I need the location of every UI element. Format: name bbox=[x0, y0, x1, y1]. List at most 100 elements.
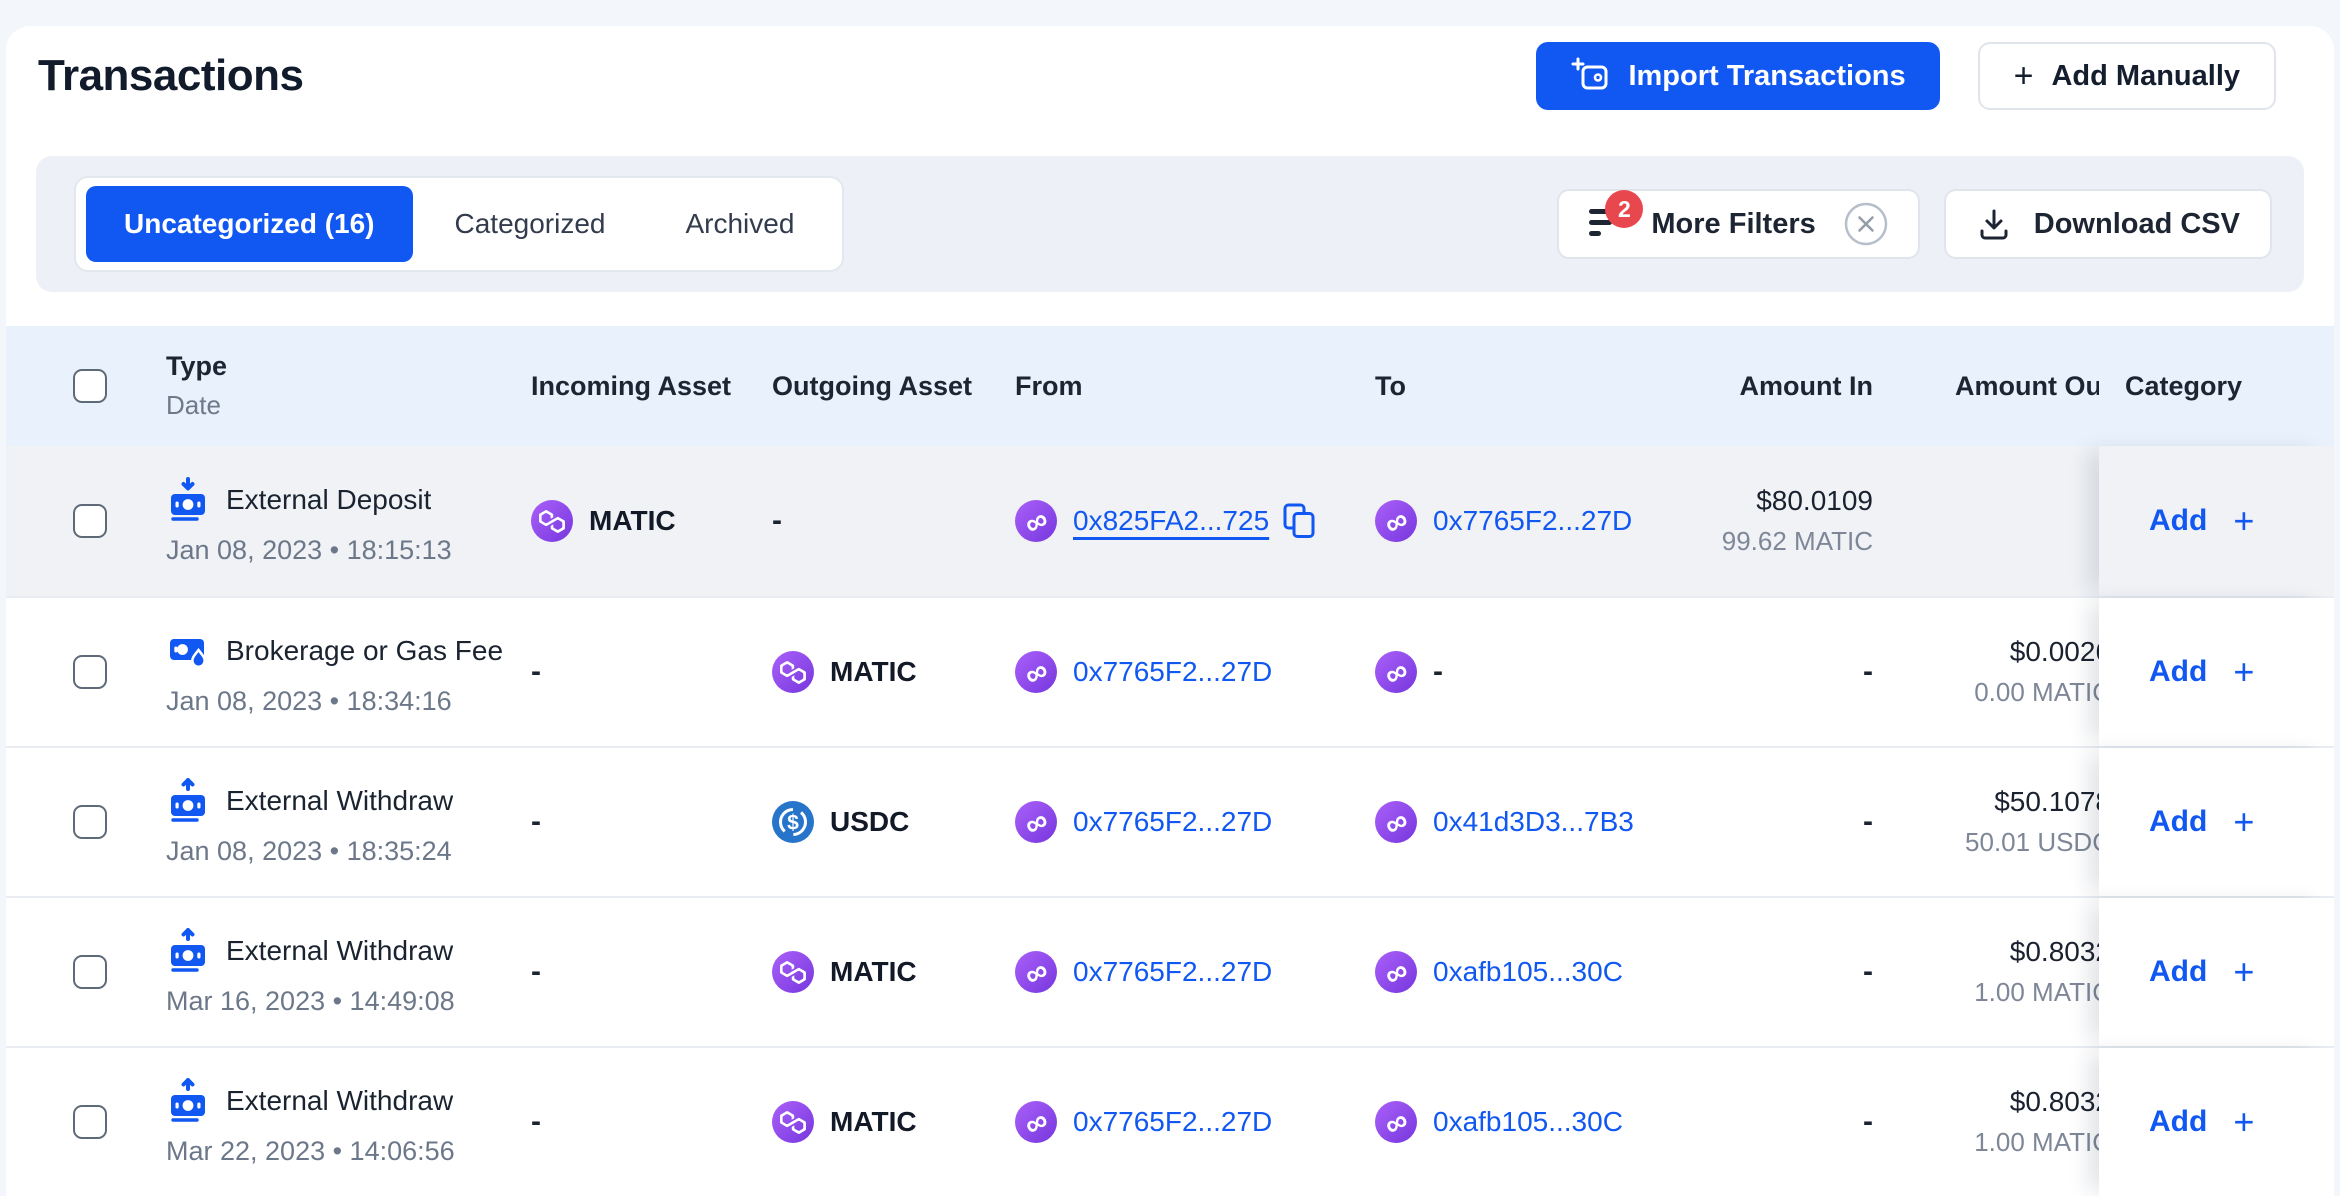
tab-categorized[interactable]: Categorized bbox=[417, 186, 644, 262]
polygon-address-icon: ∞ bbox=[1015, 651, 1057, 693]
col-category: Category bbox=[2125, 371, 2242, 402]
amount-in-empty: - bbox=[1863, 655, 1873, 689]
outgoing-asset: MATIC bbox=[830, 956, 917, 988]
from-address-link[interactable]: 0x7765F2...27D bbox=[1073, 806, 1272, 838]
table-header-row: Type Date Incoming Asset Outgoing Asset … bbox=[6, 326, 2334, 446]
col-type: Type bbox=[166, 351, 227, 382]
add-category-button[interactable]: Add + bbox=[2149, 804, 2254, 840]
import-transactions-label: Import Transactions bbox=[1628, 60, 1905, 93]
to-address-link[interactable]: 0x41d3D3...7B3 bbox=[1433, 806, 1634, 838]
polygon-address-icon: ∞ bbox=[1375, 500, 1417, 542]
add-manually-button[interactable]: + Add Manually bbox=[1978, 42, 2276, 110]
page-title: Transactions bbox=[38, 51, 303, 101]
from-address-link[interactable]: 0x7765F2...27D bbox=[1073, 956, 1272, 988]
filter-bar: Uncategorized (16) Categorized Archived … bbox=[36, 156, 2304, 292]
row-checkbox[interactable] bbox=[73, 1105, 107, 1139]
polygon-address-icon: ∞ bbox=[1015, 801, 1057, 843]
tab-uncategorized[interactable]: Uncategorized (16) bbox=[86, 186, 413, 262]
transaction-date: Jan 08, 2023 • 18:15:13 bbox=[166, 535, 452, 566]
clear-filters-icon[interactable] bbox=[1844, 202, 1888, 246]
col-outgoing-asset: Outgoing Asset bbox=[772, 371, 972, 402]
category-cell: Add + bbox=[2099, 446, 2334, 596]
row-checkbox[interactable] bbox=[73, 504, 107, 538]
download-icon bbox=[1976, 206, 2012, 242]
matic-token-icon bbox=[772, 651, 814, 693]
col-to: To bbox=[1375, 371, 1406, 402]
amount-out-qty: 50.01 USDC bbox=[1965, 827, 2111, 858]
from-address-link[interactable]: 0x7765F2...27D bbox=[1073, 1106, 1272, 1138]
copy-address-icon[interactable] bbox=[1283, 503, 1315, 539]
category-cell: Add + bbox=[2099, 598, 2334, 746]
plus-icon: + bbox=[2233, 954, 2254, 990]
add-category-button[interactable]: Add + bbox=[2149, 503, 2254, 539]
col-date: Date bbox=[166, 390, 221, 421]
gas-fee-icon bbox=[166, 628, 210, 674]
plus-icon: + bbox=[2233, 804, 2254, 840]
transaction-type: External Withdraw bbox=[226, 785, 453, 817]
svg-text:$: $ bbox=[787, 812, 799, 835]
polygon-address-icon: ∞ bbox=[1375, 1101, 1417, 1143]
add-category-button[interactable]: Add + bbox=[2149, 1104, 2254, 1140]
col-amount-out: Amount Out bbox=[1955, 371, 2111, 402]
download-csv-label: Download CSV bbox=[2034, 208, 2240, 241]
tab-archived[interactable]: Archived bbox=[647, 186, 832, 262]
import-transactions-button[interactable]: Import Transactions bbox=[1536, 42, 1939, 110]
more-filters-button[interactable]: 2 More Filters bbox=[1557, 189, 1919, 259]
external-deposit-icon bbox=[166, 477, 210, 523]
add-manually-label: Add Manually bbox=[2051, 60, 2240, 93]
matic-token-icon bbox=[772, 1101, 814, 1143]
more-filters-label: More Filters bbox=[1651, 208, 1815, 241]
outgoing-asset: USDC bbox=[830, 806, 909, 838]
to-address-link[interactable]: 0xafb105...30C bbox=[1433, 956, 1623, 988]
select-all-checkbox[interactable] bbox=[73, 369, 107, 403]
category-cell: Add + bbox=[2099, 898, 2334, 1046]
outgoing-asset: MATIC bbox=[830, 656, 917, 688]
filter-actions: 2 More Filters Download CSV bbox=[1557, 189, 2272, 259]
table-row: External Withdraw Mar 16, 2023 • 14:49:0… bbox=[6, 896, 2334, 1046]
from-address-link[interactable]: 0x825FA2...725 bbox=[1073, 505, 1269, 537]
transactions-table: Type Date Incoming Asset Outgoing Asset … bbox=[6, 326, 2334, 1170]
add-category-button[interactable]: Add + bbox=[2149, 954, 2254, 990]
category-cell: Add + bbox=[2099, 1048, 2334, 1196]
to-address-link[interactable]: 0x7765F2...27D bbox=[1433, 505, 1632, 537]
table-row: External Deposit Jan 08, 2023 • 18:15:13… bbox=[6, 446, 2334, 596]
transaction-date: Mar 22, 2023 • 14:06:56 bbox=[166, 1136, 455, 1167]
polygon-address-icon: ∞ bbox=[1015, 500, 1057, 542]
from-address-link[interactable]: 0x7765F2...27D bbox=[1073, 656, 1272, 688]
row-checkbox[interactable] bbox=[73, 955, 107, 989]
row-checkbox[interactable] bbox=[73, 655, 107, 689]
incoming-asset-empty: - bbox=[531, 955, 541, 989]
row-checkbox[interactable] bbox=[73, 805, 107, 839]
external-withdraw-icon bbox=[166, 928, 210, 974]
transaction-date: Jan 08, 2023 • 18:34:16 bbox=[166, 686, 452, 717]
amount-in-qty: 99.62 MATIC bbox=[1722, 526, 1873, 557]
filter-lines-icon: 2 bbox=[1589, 204, 1629, 244]
add-category-button[interactable]: Add + bbox=[2149, 654, 2254, 690]
external-withdraw-icon bbox=[166, 778, 210, 824]
plus-icon: + bbox=[2233, 1104, 2254, 1140]
transaction-type: External Deposit bbox=[226, 484, 431, 516]
col-amount-in: Amount In bbox=[1740, 371, 1873, 402]
external-withdraw-icon bbox=[166, 1078, 210, 1124]
col-from: From bbox=[1015, 371, 1083, 402]
amount-in-fiat: $80.0109 bbox=[1756, 485, 1873, 517]
table-row: External Withdraw Jan 08, 2023 • 18:35:2… bbox=[6, 746, 2334, 896]
add-category-label: Add bbox=[2149, 1105, 2207, 1139]
outgoing-asset-empty: - bbox=[772, 504, 782, 538]
add-category-label: Add bbox=[2149, 955, 2207, 989]
category-cell: Add + bbox=[2099, 748, 2334, 896]
to-address-link[interactable]: 0xafb105...30C bbox=[1433, 1106, 1623, 1138]
amount-out-fiat: $0.0026 bbox=[2010, 636, 2111, 668]
table-row: External Withdraw Mar 22, 2023 • 14:06:5… bbox=[6, 1046, 2334, 1196]
matic-token-icon bbox=[772, 951, 814, 993]
plus-icon: + bbox=[2014, 59, 2034, 93]
amount-out-fiat: $0.8032 bbox=[2010, 936, 2111, 968]
amount-out-qty: 1.00 MATIC bbox=[1974, 1127, 2111, 1158]
incoming-asset: MATIC bbox=[589, 505, 676, 537]
add-category-label: Add bbox=[2149, 655, 2207, 689]
transaction-type: Brokerage or Gas Fee bbox=[226, 635, 503, 667]
amount-in-empty: - bbox=[1863, 955, 1873, 989]
to-address-empty: - bbox=[1433, 655, 1443, 689]
download-csv-button[interactable]: Download CSV bbox=[1944, 189, 2272, 259]
polygon-address-icon: ∞ bbox=[1015, 951, 1057, 993]
